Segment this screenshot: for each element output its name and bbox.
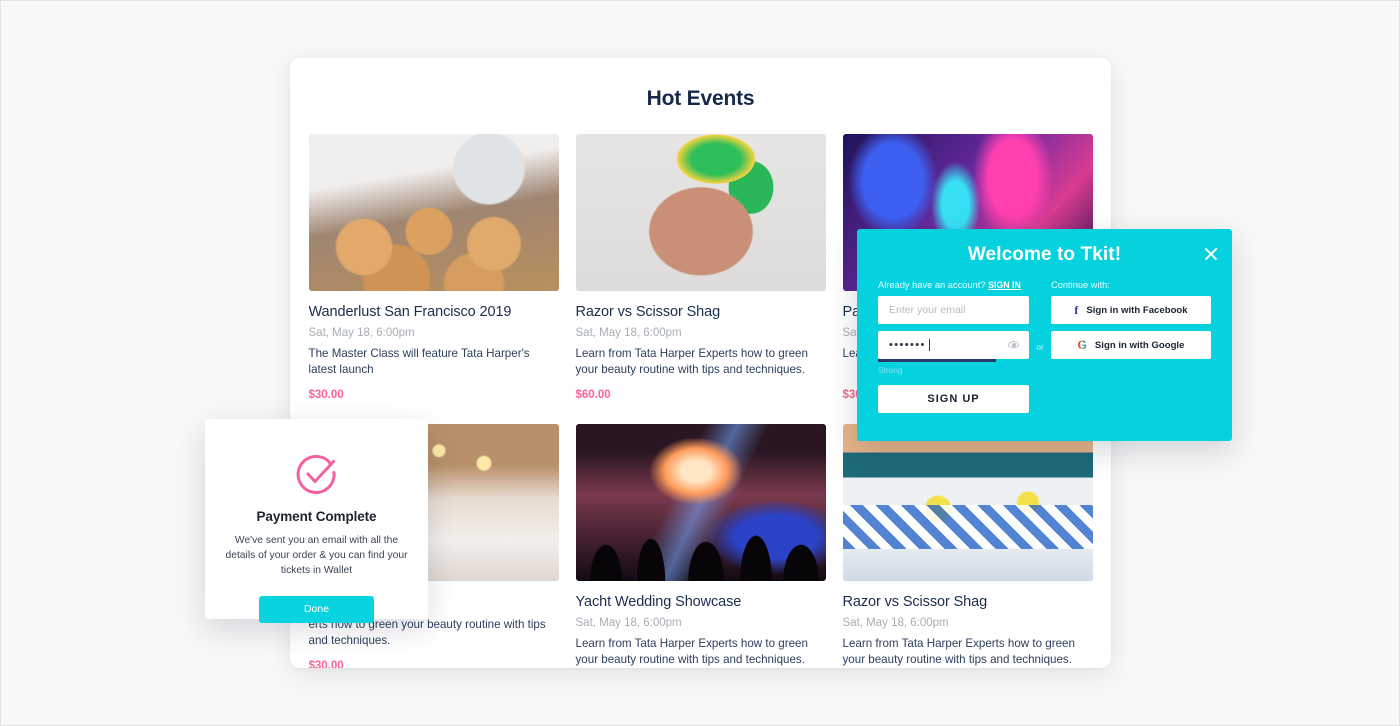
google-signin-label: Sign in with Google: [1094, 339, 1185, 351]
chef-plating-food-image: [308, 134, 559, 291]
event-title: Wanderlust San Francisco 2019: [308, 304, 512, 320]
google-signin-button[interactable]: G Sign in with Google: [1051, 331, 1211, 359]
eye-icon[interactable]: [1008, 341, 1019, 348]
event-card[interactable]: Razor vs Scissor Shag Sat, May 18, 6:00p…: [842, 424, 1093, 668]
event-price: $60.00: [575, 389, 611, 401]
event-title: Yacht Wedding Showcase: [575, 594, 742, 610]
signup-form-column: Already have an account? SIGN IN •••••••…: [878, 280, 1029, 413]
crowd-silhouette: [575, 496, 826, 581]
event-thumbnail[interactable]: [575, 424, 826, 581]
signup-button[interactable]: SIGN UP: [878, 385, 1029, 413]
signin-link[interactable]: SIGN IN: [988, 280, 1021, 290]
event-date: Sat, May 18, 6:00pm: [575, 617, 682, 629]
woman-with-headscarf-image: [575, 134, 826, 291]
event-price: $30.00: [308, 660, 344, 668]
close-icon[interactable]: [1203, 246, 1219, 262]
password-field[interactable]: •••••••: [878, 331, 1029, 362]
event-date: Sat, May 18, 6:00pm: [575, 327, 682, 339]
password-strength-label: Strong: [878, 365, 903, 375]
facebook-signin-button[interactable]: f Sign in with Facebook: [1051, 296, 1211, 324]
payment-complete-message: We've sent you an email with all the det…: [225, 535, 408, 576]
event-title: Razor vs Scissor Shag: [842, 594, 988, 610]
google-icon: G: [1077, 338, 1087, 352]
event-date: Sat, May 18, 6:00pm: [842, 617, 949, 629]
password-strength-bar: [878, 359, 996, 362]
signup-modal-body: Already have an account? SIGN IN •••••••…: [857, 266, 1232, 413]
event-description: The Master Class will feature Tata Harpe…: [308, 347, 530, 377]
event-thumbnail[interactable]: [575, 134, 826, 291]
facebook-icon: f: [1074, 302, 1079, 317]
text-caret: [928, 339, 930, 351]
event-description: Learn from Tata Harper Experts how to gr…: [575, 347, 808, 377]
event-thumbnail[interactable]: [308, 134, 559, 291]
account-prompt-label: Already have an account?: [878, 280, 986, 290]
social-signin-column: Continue with: f Sign in with Facebook G…: [1051, 280, 1211, 413]
email-input[interactable]: [889, 304, 1018, 316]
event-date: Sat, May 18, 6:00pm: [308, 327, 415, 339]
account-prompt-row: Already have an account? SIGN IN: [878, 280, 1029, 296]
event-card[interactable]: Razor vs Scissor Shag Sat, May 18, 6:00p…: [575, 134, 826, 401]
event-price: $30.00: [308, 389, 344, 401]
done-button[interactable]: Done: [259, 595, 374, 623]
event-thumbnail[interactable]: [842, 424, 1093, 581]
payment-complete-title: Payment Complete: [256, 509, 377, 524]
email-field[interactable]: [878, 296, 1029, 324]
or-divider: or: [1029, 280, 1051, 413]
payment-complete-modal: Payment Complete We've sent you an email…: [205, 419, 428, 623]
or-label: or: [1036, 341, 1044, 352]
continue-with-label: Continue with:: [1051, 280, 1110, 290]
event-title: Razor vs Scissor Shag: [575, 304, 721, 320]
signup-modal-title: Welcome to Tkit!: [967, 244, 1122, 265]
facebook-signin-label: Sign in with Facebook: [1086, 304, 1188, 316]
check-circle-icon: [296, 454, 336, 494]
signup-modal: Welcome to Tkit! Already have an account…: [857, 229, 1232, 441]
banquet-tables-image: [842, 424, 1093, 581]
event-card[interactable]: Wanderlust San Francisco 2019 Sat, May 1…: [308, 134, 559, 401]
password-value: •••••••: [889, 339, 926, 351]
event-description: Learn from Tata Harper Experts how to gr…: [575, 637, 808, 667]
event-card[interactable]: Yacht Wedding Showcase Sat, May 18, 6:00…: [575, 424, 826, 668]
page-title: Hot Events: [646, 87, 755, 110]
event-description: Learn from Tata Harper Experts how to gr…: [842, 637, 1075, 667]
